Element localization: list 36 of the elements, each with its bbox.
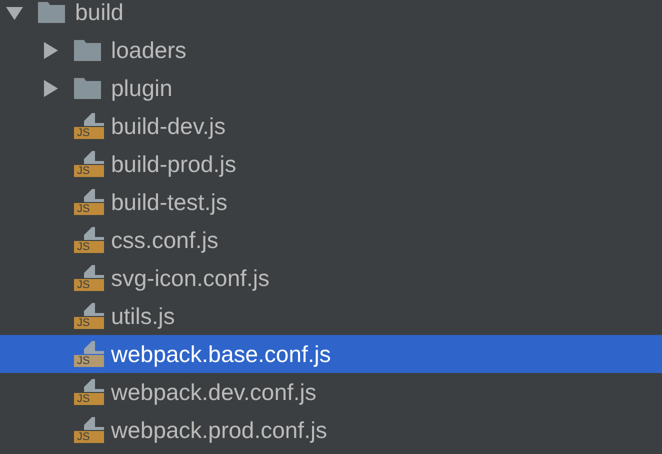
document-icon [84,113,104,126]
file-type-label: JS [74,241,104,253]
file-type-label: JS [74,431,104,443]
file-type-label: JS [74,393,104,405]
file-name[interactable]: build-dev.js [111,112,226,140]
document-icon [84,227,104,240]
folder-icon [38,2,65,22]
document-icon [84,417,104,430]
folder-name[interactable]: plugin [111,74,172,102]
file-name[interactable]: build-test.js [111,188,228,216]
file-type-label: JS [74,165,104,177]
folder-name[interactable]: loaders [111,36,186,64]
folder-icon [74,78,101,98]
document-icon [84,189,104,202]
folder-icon [74,40,101,60]
document-icon [84,151,104,164]
expand-arrow-icon[interactable] [42,42,59,58]
file-type-label: JS [74,203,104,215]
file-name[interactable]: webpack.dev.conf.js [111,378,316,406]
expand-arrow-icon[interactable] [42,80,59,96]
file-name[interactable]: svg-icon.conf.js [111,264,270,292]
file-type-label: JS [74,279,104,291]
file-name[interactable]: webpack.prod.conf.js [111,416,328,444]
file-type-label: JS [74,127,104,139]
file-name[interactable]: css.conf.js [111,226,218,254]
folder-name[interactable]: build [75,0,124,26]
selected-row[interactable]: JS webpack.base.conf.js [0,335,662,373]
file-name[interactable]: webpack.base.conf.js [111,340,331,368]
file-type-label: JS [74,317,104,329]
file-type-label: JS [74,355,104,367]
document-icon [84,303,104,316]
file-name[interactable]: utils.js [111,302,175,330]
document-icon [84,341,104,354]
document-icon [84,379,104,392]
document-icon [84,265,104,278]
file-name[interactable]: build-prod.js [111,150,236,178]
